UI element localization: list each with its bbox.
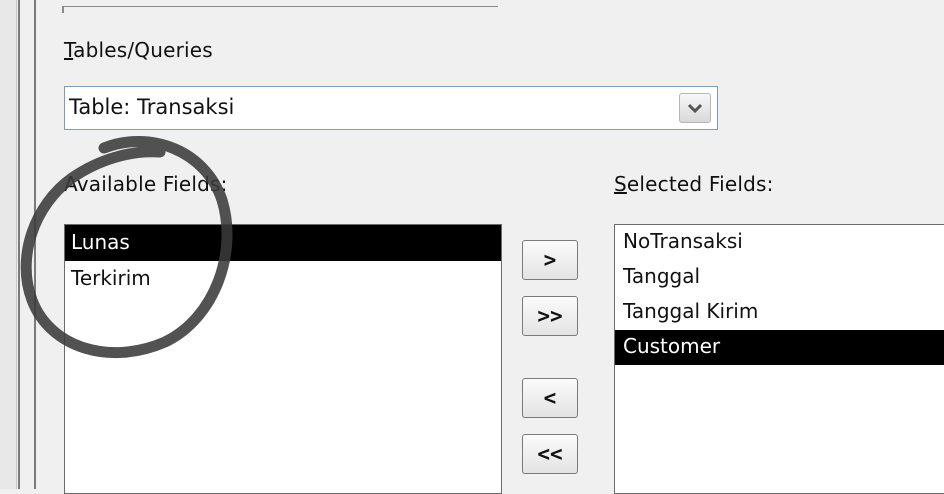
available-fields-label: Available Fields: [64,172,228,196]
list-item[interactable]: Customer [615,330,944,365]
chevron-down-icon [687,103,703,114]
list-item[interactable]: Tanggal Kirim [615,295,944,330]
add-all-fields-button[interactable]: >> [522,296,578,336]
groupbox-top-border [62,6,498,7]
tables-queries-label: Tables/Queries [64,38,213,62]
list-item[interactable]: Lunas [65,225,501,261]
window-border-inner [34,0,36,489]
selected-fields-list[interactable]: NoTransaksi Tanggal Tanggal Kirim Customer [614,224,944,494]
add-field-button[interactable]: > [522,240,578,280]
groupbox-corner [62,7,64,13]
list-item[interactable]: Tanggal [615,260,944,295]
window-left-edge [0,0,17,489]
list-item[interactable]: Terkirim [65,261,501,297]
table-query-select[interactable]: Table: Transaksi [64,86,718,130]
remove-field-button[interactable]: < [522,378,578,418]
table-query-select-value: Table: Transaksi [69,95,235,119]
remove-all-fields-button[interactable]: << [522,434,578,474]
window-border [18,0,20,489]
available-fields-list[interactable]: Lunas Terkirim [64,224,502,494]
selected-fields-label: Selected Fields: [614,172,774,196]
dropdown-button[interactable] [679,93,711,123]
list-item[interactable]: NoTransaksi [615,225,944,260]
